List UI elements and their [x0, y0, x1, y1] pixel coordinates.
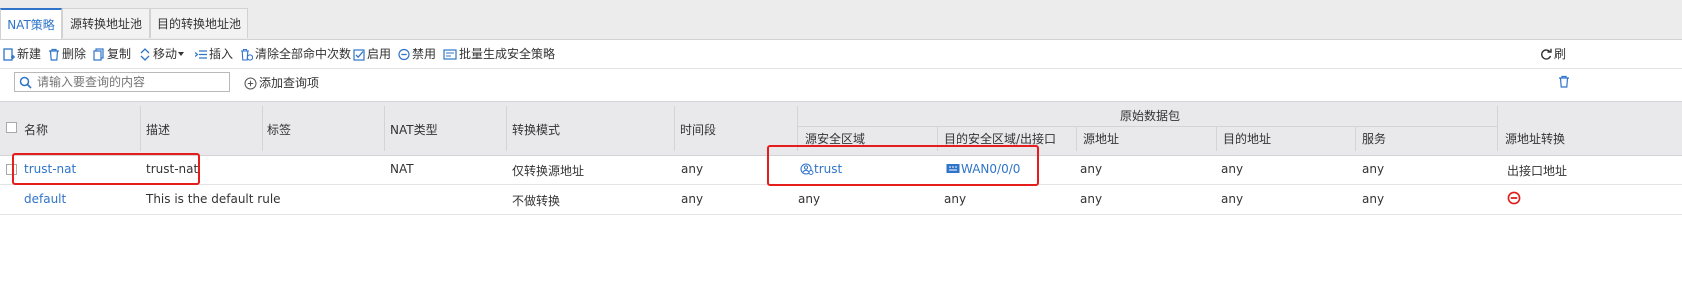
batch-policy-icon — [443, 48, 457, 60]
header-description[interactable]: 描述 — [146, 121, 170, 138]
minus-circle-icon — [398, 48, 410, 60]
header-time[interactable]: 时间段 — [680, 121, 716, 138]
clear-hits-button[interactable]: 清除全部命中次数 — [240, 40, 351, 68]
column-divider[interactable] — [384, 106, 385, 151]
rule-src-translate: 出接口地址 — [1507, 164, 1568, 178]
group-divider — [797, 126, 1497, 127]
search-input[interactable] — [37, 74, 225, 90]
column-divider[interactable] — [140, 106, 141, 151]
insert-icon — [195, 49, 207, 59]
rule-mode: 仅转换源地址 — [512, 164, 585, 178]
rule-src-addr: any — [1080, 162, 1103, 176]
deny-icon — [1507, 191, 1521, 205]
enable-button[interactable]: 启用 — [353, 40, 391, 68]
header-service[interactable]: 服务 — [1362, 130, 1386, 147]
tab-nat-policy[interactable]: NAT策略 — [0, 8, 62, 39]
copy-label: 复制 — [107, 47, 132, 61]
search-row: 添加查询项 — [0, 69, 1682, 99]
insert-button[interactable]: 插入 — [195, 40, 233, 68]
header-mode[interactable]: 转换模式 — [512, 121, 560, 138]
rule-time: any — [681, 192, 704, 206]
header-original-packet: 原始数据包 — [1120, 109, 1181, 123]
rule-src-zone: any — [798, 192, 821, 206]
delete-label: 删除 — [62, 47, 87, 61]
header-name[interactable]: 名称 — [24, 121, 48, 138]
column-divider[interactable] — [1355, 127, 1356, 151]
disable-button[interactable]: 禁用 — [398, 40, 436, 68]
delete-button[interactable]: 删除 — [48, 40, 86, 68]
column-divider[interactable] — [262, 106, 263, 151]
tab-bar: NAT策略 源转换地址池 目的转换地址池 — [0, 0, 1682, 40]
refresh-label: 刷 — [1554, 47, 1567, 61]
rule-nat-type: NAT — [390, 162, 414, 176]
column-divider[interactable] — [506, 106, 507, 151]
insert-label: 插入 — [209, 47, 234, 61]
check-box-icon — [353, 48, 365, 61]
add-query-label: 添加查询项 — [259, 76, 320, 90]
rule-service: any — [1362, 192, 1385, 206]
batch-generate-label: 批量生成安全策略 — [459, 47, 556, 61]
table-row[interactable]: default This is the default rule 不做转换 an… — [0, 185, 1682, 215]
header-dst-addr[interactable]: 目的地址 — [1223, 130, 1271, 147]
copy-button[interactable]: 复制 — [93, 40, 131, 68]
new-button[interactable]: 新建 — [3, 40, 41, 68]
rule-name-link[interactable]: default — [24, 192, 66, 206]
copy-icon — [93, 47, 104, 61]
plus-circle-icon — [244, 77, 257, 89]
clear-counter-icon — [241, 48, 253, 61]
search-box — [14, 72, 230, 92]
refresh-button[interactable]: 刷 — [1540, 40, 1566, 68]
column-divider[interactable] — [1076, 127, 1077, 151]
highlight-box — [767, 145, 1039, 186]
column-divider[interactable] — [1497, 106, 1498, 151]
rule-src-addr: any — [1080, 192, 1103, 206]
caret-down-icon — [178, 52, 185, 56]
column-divider[interactable] — [674, 106, 675, 151]
rule-dst-addr: any — [1221, 162, 1244, 176]
rule-mode: 不做转换 — [512, 194, 561, 208]
search-icon — [19, 76, 32, 89]
add-query-button[interactable]: 添加查询项 — [244, 74, 319, 92]
move-updown-icon — [140, 47, 150, 61]
header-src-addr[interactable]: 源地址 — [1083, 130, 1119, 147]
rule-dst-zone: any — [944, 192, 967, 206]
rule-time: any — [681, 162, 704, 176]
tab-destination-pool[interactable]: 目的转换地址池 — [150, 8, 248, 38]
rule-dst-addr: any — [1221, 192, 1244, 206]
highlight-box — [12, 153, 200, 185]
disable-label: 禁用 — [412, 47, 437, 61]
column-divider[interactable] — [1216, 127, 1217, 151]
tab-source-pool[interactable]: 源转换地址池 — [62, 8, 150, 38]
header-nat-type[interactable]: NAT类型 — [390, 121, 438, 138]
clear-hits-label: 清除全部命中次数 — [255, 47, 352, 61]
header-tag[interactable]: 标签 — [267, 121, 291, 138]
move-label: 移动 — [153, 47, 178, 61]
select-all-checkbox[interactable] — [6, 122, 17, 133]
toolbar: 新建 删除 复制 移动 插入 清除全部命中次数 启用 禁用 批量生成安全策略 刷 — [0, 40, 1682, 69]
new-icon — [3, 47, 15, 61]
header-src-translate[interactable]: 源地址转换 — [1505, 130, 1565, 147]
enable-label: 启用 — [367, 47, 392, 61]
new-label: 新建 — [17, 47, 42, 61]
trash-icon — [49, 48, 59, 61]
rule-service: any — [1362, 162, 1385, 176]
move-button[interactable]: 移动 — [139, 40, 187, 68]
clear-filter-icon[interactable] — [1558, 75, 1570, 88]
batch-generate-button[interactable]: 批量生成安全策略 — [443, 40, 555, 68]
rule-description: This is the default rule — [146, 192, 281, 206]
refresh-icon — [1541, 48, 1552, 60]
